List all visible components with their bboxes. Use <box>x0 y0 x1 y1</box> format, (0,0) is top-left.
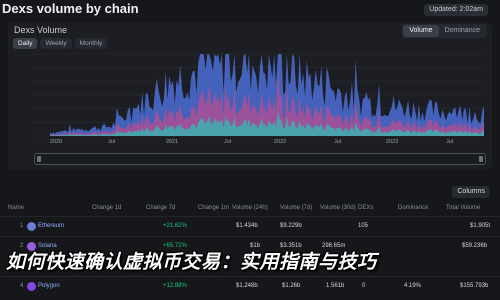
header-change-1m[interactable]: Change 1m <box>198 205 229 211</box>
chain-name-link[interactable]: Polygon <box>38 283 60 289</box>
volume-7d-value: $9.229b <box>280 223 302 229</box>
header-change-1d[interactable]: Change 1d <box>92 205 121 211</box>
header-total-volume[interactable]: Total Volume <box>446 205 480 211</box>
row-rank: 4 <box>20 283 24 289</box>
x-tick-jul-2023: Jul <box>446 139 454 145</box>
chain-name-link[interactable]: Ethereum <box>38 223 64 229</box>
change-7d-value: +21.62% <box>163 223 187 229</box>
row-rank: 1 <box>20 223 24 229</box>
header-dominance[interactable]: Dominance <box>398 205 428 211</box>
article-title-overlay: 如何快速确认虚拟币交易：实用指南与技巧 <box>6 251 377 273</box>
volume-30d-value: 1.561b <box>326 283 345 289</box>
total-volume-value: $155.793b <box>460 283 489 289</box>
volume-24h-value: $1.248b <box>236 283 258 289</box>
total-volume-value: $59.236b <box>462 243 488 249</box>
scrollbar-right-handle[interactable] <box>479 156 483 162</box>
header-volume-30d[interactable]: Volume (30d) <box>320 205 356 211</box>
header-change-7d[interactable]: Change 7d <box>146 205 175 211</box>
x-tick-2022: 2022 <box>274 139 287 145</box>
volume-24h-value: $1.434b <box>236 223 258 229</box>
x-tick-2020: 2020 <box>50 139 63 145</box>
header-volume-7d[interactable]: Volume (7d) <box>280 205 312 211</box>
x-tick-jul-2022: Jul <box>334 139 342 145</box>
total-volume-value: $1.905t <box>470 223 491 229</box>
page-title: Dexs volume by chain <box>2 1 139 16</box>
scrollbar-left-handle[interactable] <box>37 156 41 162</box>
polygon-icon <box>27 282 36 291</box>
header-name[interactable]: Name <box>8 205 24 211</box>
x-tick-jul-2020: Jul <box>108 139 116 145</box>
dexs-value: 105 <box>358 223 369 229</box>
header-volume-24h[interactable]: Volume (24h) <box>232 205 268 211</box>
volume-7d-value: $1.26b <box>282 283 301 289</box>
updated-badge: Updated: 2:02am <box>424 4 488 16</box>
x-tick-jul-2021: Jul <box>224 139 232 145</box>
table-row[interactable]: 1 Ethereum +21.62% $1.434b $9.229b 105 $… <box>0 216 500 236</box>
x-tick-2021: 2021 <box>166 139 179 145</box>
table-header: Name Change 1d Change 7d Change 1m Volum… <box>0 202 500 216</box>
ethereum-icon <box>27 222 36 231</box>
dexs-value: 0 <box>362 283 366 289</box>
page-header: Dexs volume by chain Updated: 2:02am <box>0 0 500 22</box>
columns-button[interactable]: Columns <box>452 186 490 198</box>
x-tick-2023: 2023 <box>386 139 399 145</box>
chart-range-scrollbar[interactable] <box>34 153 486 165</box>
dominance-value: 4.19% <box>404 283 422 289</box>
header-dexs[interactable]: DEXs <box>358 205 373 211</box>
dex-volume-chart-panel: Dexs Volume Daily Weekly Monthly Volume … <box>8 22 492 170</box>
volume-area-chart <box>32 53 484 137</box>
table-row[interactable]: 4 Polygon +12.88% $1.248b $1.26b 1.561b … <box>0 276 500 296</box>
change-7d-value: +12.88% <box>163 283 187 289</box>
